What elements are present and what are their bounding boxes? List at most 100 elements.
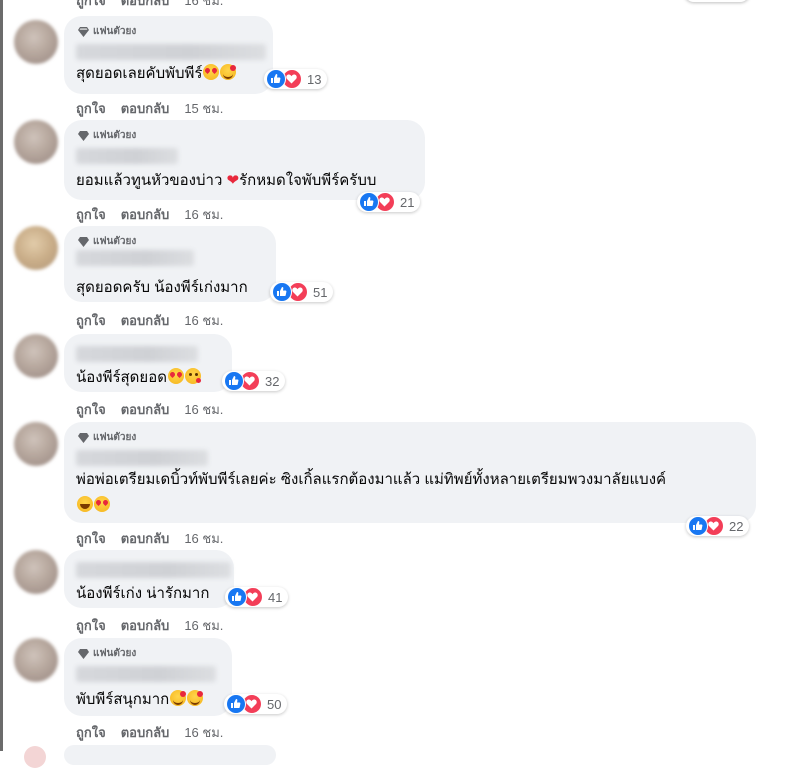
top-fan-badge: แฟนตัวยง bbox=[78, 128, 136, 143]
commenter-name[interactable] bbox=[76, 450, 208, 466]
heart-eyes-emoji-icon bbox=[167, 368, 184, 384]
like-reaction-icon bbox=[226, 694, 246, 714]
like-reaction-icon bbox=[688, 516, 708, 536]
heart-eyes-emoji-icon bbox=[94, 496, 110, 512]
comment-actions-top: ถูกใจ ตอบกลับ 16 ชม. bbox=[76, 0, 223, 11]
smiling-hearts-emoji-icon bbox=[220, 64, 237, 80]
comment-time[interactable]: 16 ชม. bbox=[184, 399, 223, 420]
rolling-laughing-emoji-icon bbox=[77, 496, 93, 512]
comment-time[interactable]: 16 ชม. bbox=[184, 722, 223, 743]
reply-button[interactable]: ตอบกลับ bbox=[121, 204, 170, 225]
comment-bubble: แฟนตัวยง พ่อพ่อเตรียมเดบิ้วท์พับพีร์เลยค… bbox=[64, 422, 756, 523]
commenter-name[interactable] bbox=[76, 346, 198, 362]
comment-body: พับพีร์สนุกมาก bbox=[76, 691, 170, 708]
avatar[interactable] bbox=[14, 226, 58, 270]
reaction-pill-partial bbox=[684, 0, 750, 2]
avatar[interactable] bbox=[14, 334, 58, 378]
comment-text-line2 bbox=[76, 496, 110, 516]
avatar[interactable] bbox=[14, 550, 58, 594]
comment-time[interactable]: 16 ชม. bbox=[184, 528, 223, 549]
reaction-summary[interactable]: 32 bbox=[222, 371, 286, 391]
reaction-summary[interactable]: 50 bbox=[224, 694, 288, 714]
comment-bubble: แฟนตัวยง ยอมแล้วทูนหัวของบ่าว ❤รักหมดใจพ… bbox=[64, 120, 425, 200]
commenter-name[interactable] bbox=[76, 666, 216, 682]
comment-actions: ถูกใจ ตอบกลับ 16 ชม. bbox=[76, 528, 223, 549]
reaction-summary[interactable]: 41 bbox=[225, 587, 289, 607]
reply-button[interactable]: ตอบกลับ bbox=[121, 528, 170, 549]
avatar[interactable] bbox=[14, 20, 58, 64]
avatar-partial[interactable] bbox=[24, 746, 46, 768]
avatar[interactable] bbox=[14, 638, 58, 682]
comment-body: สุดยอดเลยคับพับพีร์ bbox=[76, 65, 203, 82]
heart-eyes-emoji-icon bbox=[203, 64, 220, 80]
reply-button[interactable]: ตอบกลับ bbox=[121, 310, 170, 331]
like-button[interactable]: ถูกใจ bbox=[76, 98, 106, 119]
comment-time[interactable]: 15 ชม. bbox=[184, 98, 223, 119]
reaction-summary[interactable]: 22 bbox=[686, 516, 750, 536]
comment-actions: ถูกใจ ตอบกลับ 16 ชม. bbox=[76, 310, 223, 331]
comment-body: พ่อพ่อเตรียมเดบิ้วท์พับพีร์เลยค่ะ ซิงเกิ… bbox=[76, 471, 667, 488]
avatar[interactable] bbox=[14, 120, 58, 164]
comment-text: น้องพีร์เก่ง น่ารักมาก bbox=[76, 584, 209, 604]
comment-body: ยอมแล้วทูนหัวของบ่าว bbox=[76, 172, 227, 189]
top-fan-badge: แฟนตัวยง bbox=[78, 24, 136, 39]
comment-text: สุดยอดเลยคับพับพีร์ bbox=[76, 64, 237, 84]
comment-bubble-partial bbox=[64, 745, 276, 765]
comment-text: ยอมแล้วทูนหัวของบ่าว ❤รักหมดใจพับพีร์ครั… bbox=[76, 171, 376, 191]
window-left-edge bbox=[0, 0, 3, 751]
comment-actions: ถูกใจ ตอบกลับ 16 ชม. bbox=[76, 204, 223, 225]
like-button[interactable]: ถูกใจ bbox=[76, 0, 106, 11]
reaction-count: 13 bbox=[307, 71, 322, 87]
comment-actions: ถูกใจ ตอบกลับ 16 ชม. bbox=[76, 722, 223, 743]
like-button[interactable]: ถูกใจ bbox=[76, 204, 106, 225]
badge-label: แฟนตัวยง bbox=[93, 432, 137, 443]
badge-label: แฟนตัวยง bbox=[93, 130, 137, 141]
reaction-count: 21 bbox=[400, 194, 415, 210]
commenter-name[interactable] bbox=[76, 44, 266, 60]
reply-button[interactable]: ตอบกลับ bbox=[121, 399, 170, 420]
commenter-name[interactable] bbox=[76, 250, 194, 266]
reaction-count: 32 bbox=[265, 373, 280, 389]
like-button[interactable]: ถูกใจ bbox=[76, 615, 106, 636]
comment-actions: ถูกใจ ตอบกลับ 16 ชม. bbox=[76, 399, 223, 420]
like-button[interactable]: ถูกใจ bbox=[76, 310, 106, 331]
reaction-count: 50 bbox=[267, 696, 282, 712]
top-fan-badge: แฟนตัวยง bbox=[78, 234, 136, 249]
reply-button[interactable]: ตอบกลับ bbox=[121, 98, 170, 119]
comment-text: พ่อพ่อเตรียมเดบิ้วท์พับพีร์เลยค่ะ ซิงเกิ… bbox=[76, 470, 666, 490]
diamond-icon bbox=[78, 130, 89, 141]
reply-button[interactable]: ตอบกลับ bbox=[121, 722, 170, 743]
reaction-count: 41 bbox=[268, 589, 283, 605]
like-button[interactable]: ถูกใจ bbox=[76, 399, 106, 420]
comment-time[interactable]: 16 ชม. bbox=[184, 0, 223, 11]
comment-time[interactable]: 16 ชม. bbox=[184, 615, 223, 636]
comment-text: พับพีร์สนุกมาก bbox=[76, 690, 204, 710]
comment-bubble: แฟนตัวยง พับพีร์สนุกมาก bbox=[64, 638, 232, 716]
reaction-summary[interactable]: 21 bbox=[357, 192, 421, 212]
commenter-name[interactable] bbox=[76, 562, 231, 578]
like-reaction-icon bbox=[272, 282, 292, 302]
comment-body: สุดยอดครับ น้องพีร์เก่งมาก bbox=[76, 279, 248, 296]
reaction-summary[interactable]: 13 bbox=[264, 69, 328, 89]
kissing-face-emoji-icon bbox=[184, 368, 201, 384]
badge-label: แฟนตัวยง bbox=[93, 26, 137, 37]
reply-button[interactable]: ตอบกลับ bbox=[121, 615, 170, 636]
comment-time[interactable]: 16 ชม. bbox=[184, 204, 223, 225]
comment-time[interactable]: 16 ชม. bbox=[184, 310, 223, 331]
comment-text: สุดยอดครับ น้องพีร์เก่งมาก bbox=[76, 278, 248, 298]
reaction-summary[interactable]: 51 bbox=[270, 282, 334, 302]
comment-bubble: น้องพีร์เก่ง น่ารักมาก bbox=[64, 550, 234, 608]
smiling-hearts-emoji-icon bbox=[170, 690, 187, 706]
reply-button[interactable]: ตอบกลับ bbox=[121, 0, 170, 11]
reaction-count: 22 bbox=[729, 518, 744, 534]
like-reaction-icon bbox=[224, 371, 244, 391]
reaction-count: 51 bbox=[313, 284, 328, 300]
commenter-name[interactable] bbox=[76, 148, 178, 164]
like-button[interactable]: ถูกใจ bbox=[76, 722, 106, 743]
like-button[interactable]: ถูกใจ bbox=[76, 528, 106, 549]
avatar[interactable] bbox=[14, 422, 58, 466]
comment-text: น้องพีร์สุดยอด bbox=[76, 368, 201, 388]
comment-body: น้องพีร์เก่ง น่ารักมาก bbox=[76, 585, 210, 602]
comment-actions: ถูกใจ ตอบกลับ 15 ชม. bbox=[76, 98, 223, 119]
red-heart-emoji-icon: ❤ bbox=[226, 172, 240, 189]
